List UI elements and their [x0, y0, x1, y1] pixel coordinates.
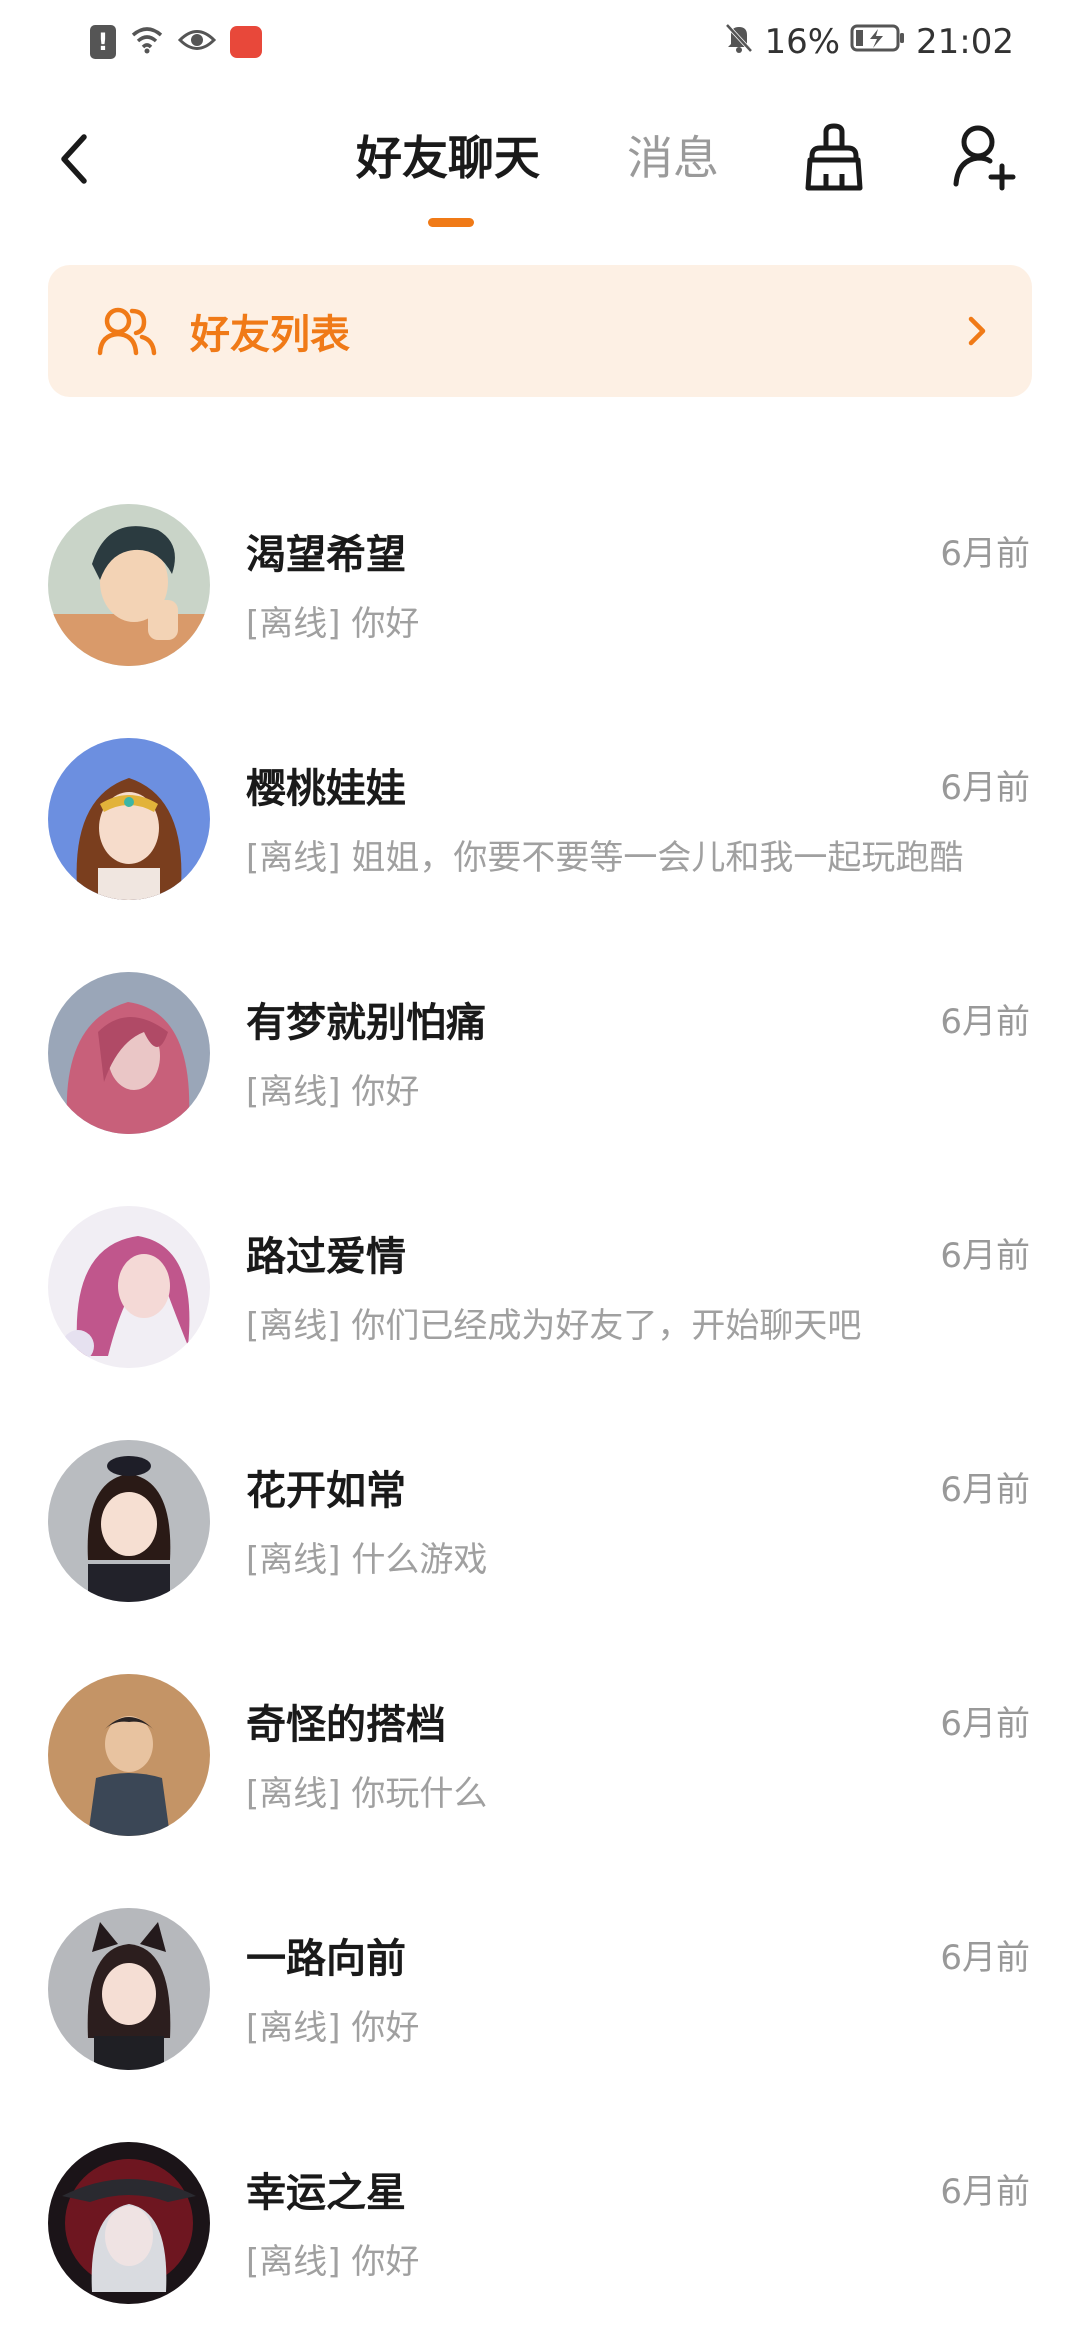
- avatar: [48, 1440, 210, 1602]
- chat-time: 6月前: [940, 1470, 1030, 1510]
- chat-name: 幸运之星: [246, 2170, 406, 2216]
- tab-messages[interactable]: 消息: [627, 126, 719, 190]
- app-badge-icon: [230, 26, 262, 58]
- friend-list-banner[interactable]: 好友列表: [48, 265, 1032, 397]
- chat-name: 有梦就别怕痛: [246, 1000, 486, 1046]
- chat-preview: [离线] 姐姐，你要不要等一会儿和我一起玩跑酷: [246, 838, 964, 878]
- mute-bell-icon: [724, 22, 754, 63]
- eye-icon: [177, 27, 217, 57]
- chat-item[interactable]: 花开如常 6月前 [离线] 什么游戏: [0, 1406, 1080, 1640]
- avatar: [48, 504, 210, 666]
- tab-friend-chat[interactable]: 好友聊天: [356, 126, 540, 190]
- avatar: [48, 1908, 210, 2070]
- clock: 21:02: [916, 22, 1014, 62]
- chat-time: 6月前: [940, 534, 1030, 574]
- chat-time: 6月前: [940, 1236, 1030, 1276]
- alert-icon: !: [90, 25, 116, 59]
- broom-clean-icon: [805, 123, 863, 191]
- chat-item[interactable]: 幸运之星 6月前 [离线] 你好: [0, 2108, 1080, 2342]
- chat-item[interactable]: 有梦就别怕痛 6月前 [离线] 你好: [0, 938, 1080, 1172]
- chat-item[interactable]: 一路向前 6月前 [离线] 你好: [0, 1874, 1080, 2108]
- chat-preview: [离线] 你好: [246, 604, 420, 644]
- chat-preview: [离线] 你好: [246, 2008, 420, 2048]
- chat-time: 6月前: [940, 1002, 1030, 1042]
- chat-time: 6月前: [940, 768, 1030, 808]
- chat-time: 6月前: [940, 2172, 1030, 2212]
- chat-preview: [离线] 你好: [246, 2242, 420, 2282]
- status-icons-left: !: [90, 25, 262, 59]
- chevron-left-icon: [61, 134, 87, 184]
- battery-charging-icon: [850, 22, 906, 62]
- wifi-icon: [130, 25, 164, 59]
- chat-time: 6月前: [940, 1704, 1030, 1744]
- friend-list-label: 好友列表: [190, 312, 350, 358]
- battery-percent: 16%: [764, 22, 841, 62]
- chat-name: 渴望希望: [246, 532, 406, 578]
- chat-name: 花开如常: [246, 1468, 406, 1514]
- avatar: [48, 738, 210, 900]
- status-bar: ! 16% 21:02: [0, 0, 1080, 84]
- chat-name: 一路向前: [246, 1936, 406, 1982]
- chat-time: 6月前: [940, 1938, 1030, 1978]
- friends-icon: [97, 307, 157, 356]
- chat-item[interactable]: 樱桃娃娃 6月前 [离线] 姐姐，你要不要等一会儿和我一起玩跑酷: [0, 704, 1080, 938]
- add-friend-icon: [953, 125, 1016, 191]
- avatar: [48, 1206, 210, 1368]
- chat-name: 奇怪的搭档: [246, 1702, 446, 1748]
- chat-item[interactable]: 渴望希望 6月前 [离线] 你好: [0, 470, 1080, 704]
- status-icons-right: 16% 21:02: [724, 22, 1014, 63]
- clean-button[interactable]: [800, 122, 868, 194]
- back-button[interactable]: [44, 124, 104, 194]
- chat-preview: [离线] 你玩什么: [246, 1774, 488, 1814]
- chat-name: 路过爱情: [246, 1234, 406, 1280]
- top-nav: 好友聊天 消息: [0, 110, 1080, 240]
- avatar: [48, 1674, 210, 1836]
- chevron-right-icon: [968, 316, 986, 346]
- chat-item[interactable]: 奇怪的搭档 6月前 [离线] 你玩什么: [0, 1640, 1080, 1874]
- chat-item[interactable]: 路过爱情 6月前 [离线] 你们已经成为好友了，开始聊天吧: [0, 1172, 1080, 1406]
- chat-preview: [离线] 你们已经成为好友了，开始聊天吧: [246, 1306, 862, 1346]
- chat-preview: [离线] 你好: [246, 1072, 420, 1112]
- chat-preview: [离线] 什么游戏: [246, 1540, 488, 1580]
- chat-list: 渴望希望 6月前 [离线] 你好 樱桃娃娃 6月前 [离线] 姐姐，你要不要等一…: [0, 470, 1080, 2342]
- active-tab-indicator: [428, 218, 474, 227]
- avatar: [48, 2142, 210, 2304]
- add-friend-button[interactable]: [950, 120, 1018, 192]
- avatar: [48, 972, 210, 1134]
- chat-name: 樱桃娃娃: [246, 766, 406, 812]
